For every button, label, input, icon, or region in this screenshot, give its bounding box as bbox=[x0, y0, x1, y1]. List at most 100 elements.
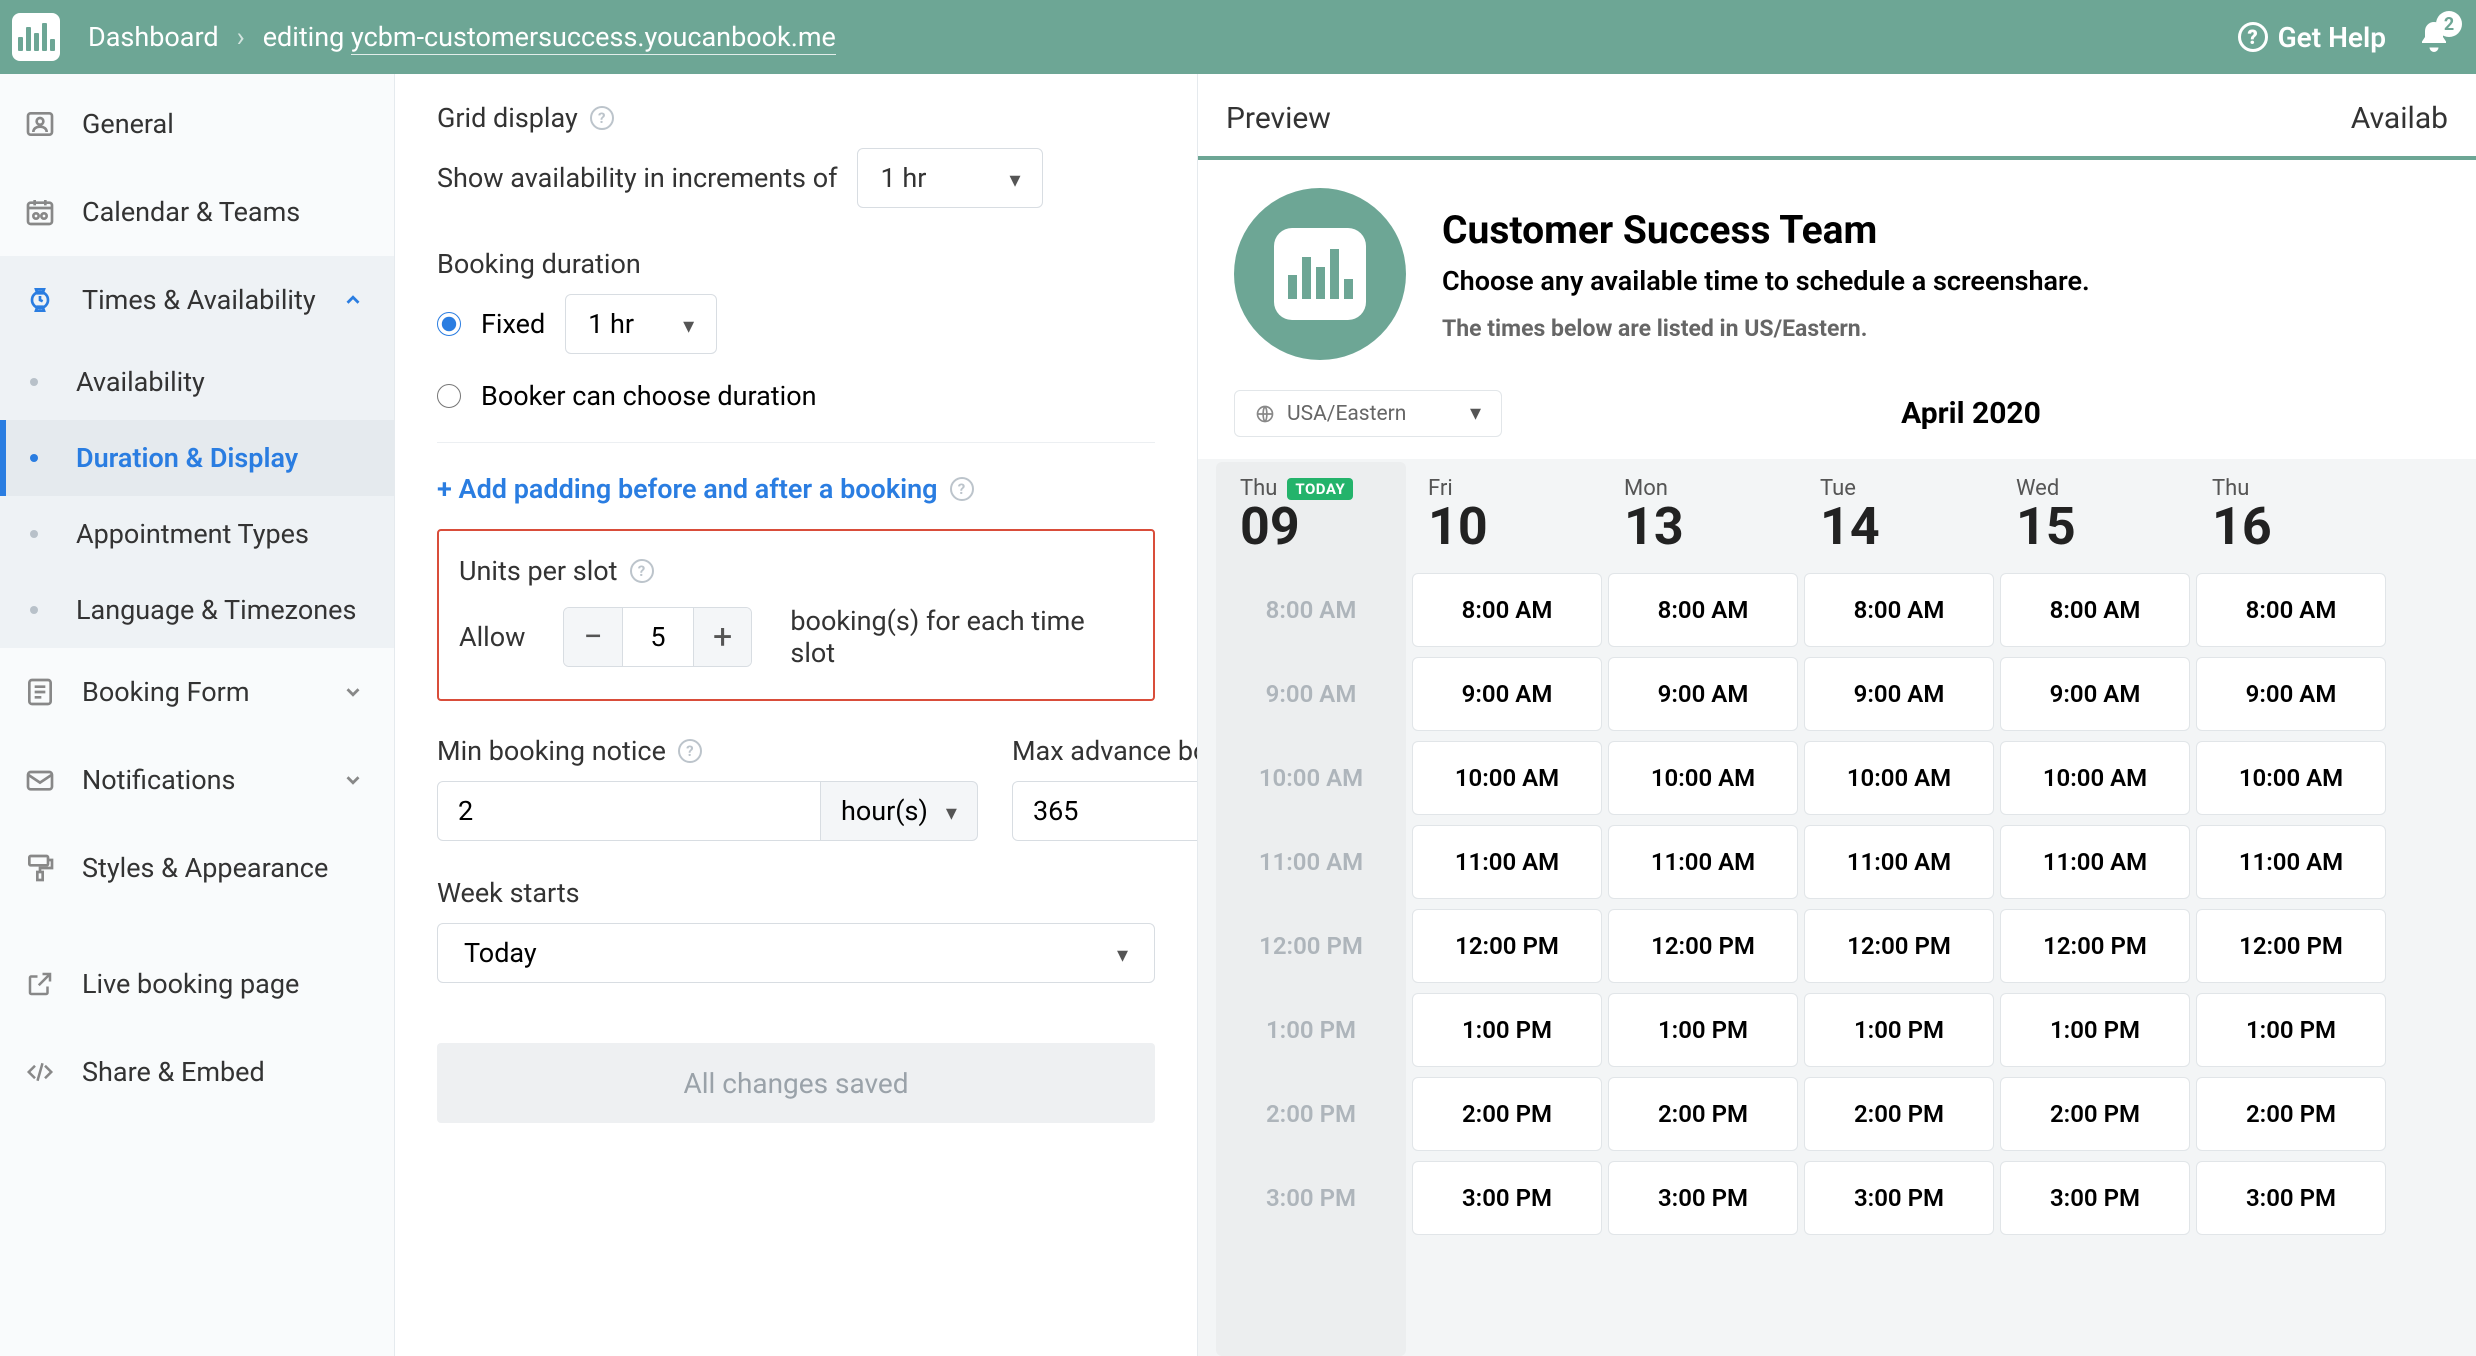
time-slot[interactable]: 11:00 AM bbox=[1608, 825, 1798, 899]
sidebar-item-share-embed[interactable]: Share & Embed bbox=[0, 1028, 394, 1116]
time-slot[interactable]: 11:00 AM bbox=[1412, 825, 1602, 899]
time-slot[interactable]: 10:00 AM bbox=[1412, 741, 1602, 815]
fixed-duration-select[interactable]: 1 hr bbox=[565, 294, 717, 354]
time-slot[interactable]: 1:00 PM bbox=[1608, 993, 1798, 1067]
help-icon[interactable]: ? bbox=[950, 477, 974, 501]
time-slot: 9:00 AM bbox=[1224, 657, 1398, 731]
chevron-down-icon bbox=[342, 681, 364, 703]
sidebar-item-calendar-teams[interactable]: Calendar & Teams bbox=[0, 168, 394, 256]
time-slot[interactable]: 2:00 PM bbox=[2196, 1077, 2386, 1151]
time-slot[interactable]: 8:00 AM bbox=[2196, 573, 2386, 647]
time-slot[interactable]: 12:00 PM bbox=[1804, 909, 1994, 983]
sidebar-item-general[interactable]: General bbox=[0, 80, 394, 168]
time-slot[interactable]: 12:00 PM bbox=[1608, 909, 1798, 983]
week-starts-select[interactable]: Today bbox=[437, 923, 1155, 983]
time-slot: 2:00 PM bbox=[1224, 1077, 1398, 1151]
code-icon bbox=[22, 1057, 58, 1087]
time-slot[interactable]: 9:00 AM bbox=[1608, 657, 1798, 731]
help-icon[interactable]: ? bbox=[678, 739, 702, 763]
time-slot[interactable]: 8:00 AM bbox=[1804, 573, 1994, 647]
day-column: Wed158:00 AM9:00 AM10:00 AM11:00 AM12:00… bbox=[2000, 462, 2190, 1356]
time-slot[interactable]: 10:00 AM bbox=[1608, 741, 1798, 815]
chevron-up-icon bbox=[342, 289, 364, 311]
time-slot: 1:00 PM bbox=[1224, 993, 1398, 1067]
time-slot[interactable]: 2:00 PM bbox=[2000, 1077, 2190, 1151]
sidebar-item-times-availability[interactable]: Times & Availability bbox=[0, 256, 394, 344]
show-availability-label: Show availability in increments of bbox=[437, 162, 837, 194]
time-slot[interactable]: 10:00 AM bbox=[2000, 741, 2190, 815]
preview-title: Customer Success Team bbox=[1442, 207, 2090, 253]
sidebar-item-notifications[interactable]: Notifications bbox=[0, 736, 394, 824]
sidebar-sub-duration-display[interactable]: Duration & Display bbox=[0, 420, 394, 496]
booker-choose-radio[interactable] bbox=[437, 384, 461, 408]
app-logo[interactable] bbox=[12, 13, 60, 61]
time-slot[interactable]: 10:00 AM bbox=[2196, 741, 2386, 815]
stepper-plus-button[interactable]: + bbox=[694, 608, 751, 666]
max-advance-input[interactable] bbox=[1012, 781, 1198, 841]
time-slot[interactable]: 1:00 PM bbox=[2196, 993, 2386, 1067]
tab-availability[interactable]: Availab bbox=[2323, 81, 2476, 156]
get-help-button[interactable]: ? Get Help bbox=[2238, 21, 2386, 54]
time-slot[interactable]: 12:00 PM bbox=[1412, 909, 1602, 983]
time-slot[interactable]: 3:00 PM bbox=[2196, 1161, 2386, 1235]
time-slot[interactable]: 8:00 AM bbox=[2000, 573, 2190, 647]
breadcrumb: Dashboard › editing ycbm-customersuccess… bbox=[88, 21, 836, 53]
time-slot[interactable]: 8:00 AM bbox=[1412, 573, 1602, 647]
time-slot[interactable]: 3:00 PM bbox=[1608, 1161, 1798, 1235]
time-slot[interactable]: 11:00 AM bbox=[2196, 825, 2386, 899]
time-slot[interactable]: 3:00 PM bbox=[2000, 1161, 2190, 1235]
time-slot[interactable]: 1:00 PM bbox=[1804, 993, 1994, 1067]
time-slot[interactable]: 9:00 AM bbox=[2000, 657, 2190, 731]
min-notice-input[interactable] bbox=[437, 781, 821, 841]
chevron-down-icon bbox=[342, 769, 364, 791]
breadcrumb-url[interactable]: ycbm-customersuccess.youcanbook.me bbox=[351, 21, 836, 55]
units-per-slot-label: Units per slot bbox=[459, 555, 618, 587]
settings-form-panel: Grid display ? Show availability in incr… bbox=[395, 74, 1198, 1356]
timezone-select[interactable]: USA/Eastern bbox=[1234, 390, 1502, 437]
time-slot[interactable]: 9:00 AM bbox=[1804, 657, 1994, 731]
notifications-bell[interactable]: 2 bbox=[2416, 19, 2452, 55]
sidebar-sub-availability[interactable]: Availability bbox=[0, 344, 394, 420]
help-icon[interactable]: ? bbox=[590, 106, 614, 130]
grid-display-label: Grid display bbox=[437, 102, 578, 134]
calendar-month-label: April 2020 bbox=[1502, 396, 2440, 431]
day-column: ThuTODAY098:00 AM9:00 AM10:00 AM11:00 AM… bbox=[1216, 462, 1406, 1356]
min-notice-unit-select[interactable]: hour(s) bbox=[821, 781, 978, 841]
sidebar-sub-appointment-types[interactable]: Appointment Types bbox=[0, 496, 394, 572]
stepper-minus-button[interactable]: − bbox=[564, 608, 621, 666]
external-link-icon bbox=[22, 969, 58, 999]
time-slot[interactable]: 1:00 PM bbox=[2000, 993, 2190, 1067]
fixed-duration-radio[interactable] bbox=[437, 312, 461, 336]
time-slot[interactable]: 10:00 AM bbox=[1804, 741, 1994, 815]
tab-preview[interactable]: Preview bbox=[1198, 81, 1359, 156]
preview-timezone-note: The times below are listed in US/Eastern… bbox=[1442, 315, 2090, 342]
watch-icon bbox=[22, 284, 58, 316]
increment-select[interactable]: 1 hr bbox=[857, 148, 1043, 208]
time-slot[interactable]: 2:00 PM bbox=[1412, 1077, 1602, 1151]
day-column: Thu168:00 AM9:00 AM10:00 AM11:00 AM12:00… bbox=[2196, 462, 2386, 1356]
time-slot[interactable]: 2:00 PM bbox=[1608, 1077, 1798, 1151]
sidebar-item-styles-appearance[interactable]: Styles & Appearance bbox=[0, 824, 394, 912]
units-input[interactable] bbox=[622, 608, 694, 666]
day-column: Fri108:00 AM9:00 AM10:00 AM11:00 AM12:00… bbox=[1412, 462, 1602, 1356]
time-slot[interactable]: 3:00 PM bbox=[1804, 1161, 1994, 1235]
time-slot[interactable]: 2:00 PM bbox=[1804, 1077, 1994, 1151]
time-slot[interactable]: 12:00 PM bbox=[2196, 909, 2386, 983]
help-icon[interactable]: ? bbox=[630, 559, 654, 583]
sidebar-item-live-booking-page[interactable]: Live booking page bbox=[0, 940, 394, 1028]
time-slot[interactable]: 1:00 PM bbox=[1412, 993, 1602, 1067]
sidebar-item-booking-form[interactable]: Booking Form bbox=[0, 648, 394, 736]
day-column: Tue148:00 AM9:00 AM10:00 AM11:00 AM12:00… bbox=[1804, 462, 1994, 1356]
time-slot[interactable]: 8:00 AM bbox=[1608, 573, 1798, 647]
time-slot[interactable]: 11:00 AM bbox=[1804, 825, 1994, 899]
time-slot[interactable]: 9:00 AM bbox=[2196, 657, 2386, 731]
time-slot[interactable]: 3:00 PM bbox=[1412, 1161, 1602, 1235]
sidebar-sub-language-timezones[interactable]: Language & Timezones bbox=[0, 572, 394, 648]
time-slot[interactable]: 12:00 PM bbox=[2000, 909, 2190, 983]
time-slot[interactable]: 9:00 AM bbox=[1412, 657, 1602, 731]
caret-down-icon bbox=[946, 795, 957, 827]
add-padding-link[interactable]: + Add padding before and after a booking… bbox=[437, 473, 1155, 505]
time-slot[interactable]: 11:00 AM bbox=[2000, 825, 2190, 899]
preview-panel: Preview Availab Customer Success Team Ch… bbox=[1198, 74, 2476, 1356]
breadcrumb-dashboard[interactable]: Dashboard bbox=[88, 21, 219, 53]
